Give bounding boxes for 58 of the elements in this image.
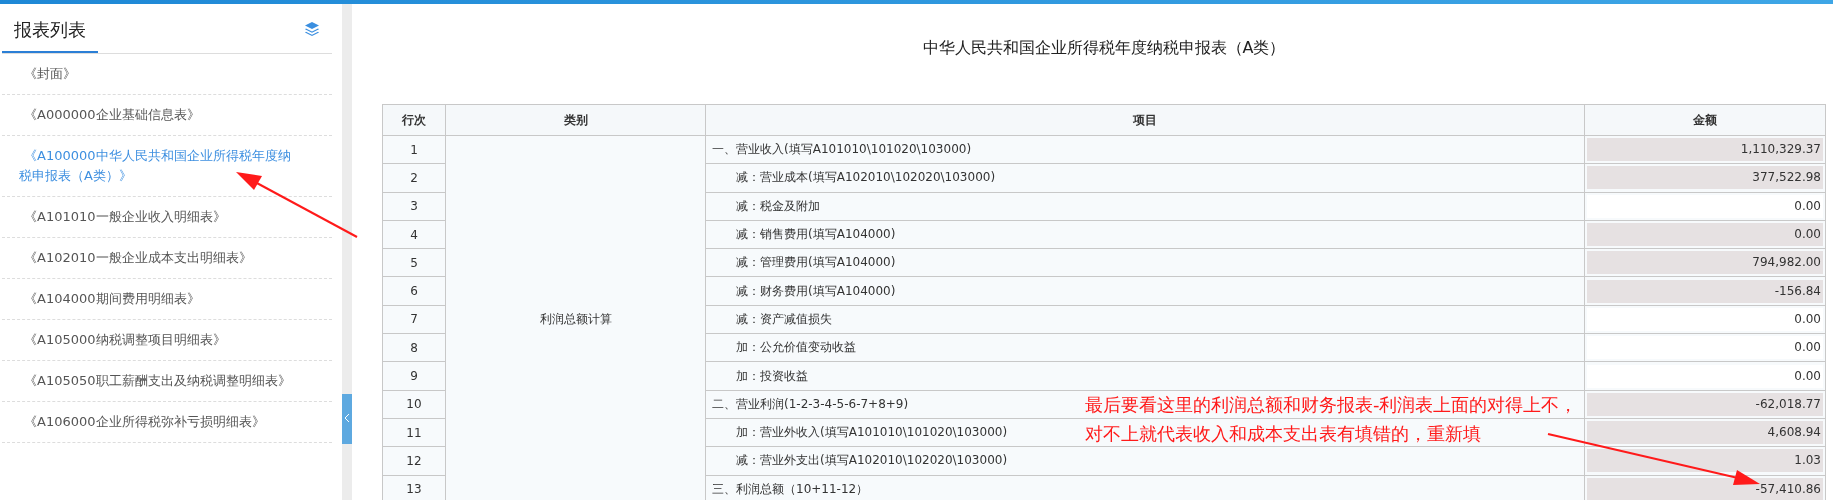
line-number-cell: 2 <box>382 163 446 193</box>
item-cell: 减：财务费用(填写A104000) <box>736 282 896 300</box>
line-number-cell: 9 <box>382 361 446 391</box>
item-cell: 减：管理费用(填写A104000) <box>736 254 896 272</box>
amount-field: -62,018.77 <box>1587 392 1823 416</box>
report-list-item[interactable]: 《A104000期间费用明细表》 <box>2 279 332 320</box>
item-cell: 一、营业收入(填写A101010\101020\103000) <box>712 141 972 159</box>
item-cell: 减：税金及附加 <box>736 197 820 215</box>
layers-icon[interactable] <box>304 20 320 37</box>
annotation-text: 对不上就代表收入和成本支出表有填错的，重新填 <box>1085 422 1482 446</box>
line-number-cell: 1 <box>382 135 446 164</box>
line-number-cell: 5 <box>382 248 446 277</box>
category-cell: 利润总额计算 <box>445 135 706 500</box>
chevron-left-icon <box>344 413 350 423</box>
amount-field: 377,522.98 <box>1587 166 1823 190</box>
report-list-item[interactable]: 《A102010一般企业成本支出明细表》 <box>2 238 332 279</box>
line-number-cell: 11 <box>382 418 446 447</box>
line-number-cell: 3 <box>382 192 446 221</box>
item-cell: 减：资产减值损失 <box>736 310 832 328</box>
amount-field[interactable]: 0.00 <box>1587 194 1823 218</box>
line-number-cell: 8 <box>382 333 446 362</box>
amount-field: -156.84 <box>1587 279 1823 303</box>
item-cell: 加：营业外收入(填写A101010\101020\103000) <box>736 424 1008 442</box>
line-number-cell: 7 <box>382 305 446 334</box>
amount-field: 0.00 <box>1587 223 1823 247</box>
line-number-cell: 10 <box>382 390 446 419</box>
item-cell: 减：营业成本(填写A102010\102020\103000) <box>736 169 996 187</box>
amount-field: 1,110,329.37 <box>1587 138 1823 162</box>
item-cell: 加：投资收益 <box>736 367 808 385</box>
item-cell: 二、营业利润(1-2-3-4-5-6-7+8+9) <box>712 395 909 413</box>
amount-field: -57,410.86 <box>1587 477 1823 500</box>
amount-field[interactable]: 0.00 <box>1587 364 1823 388</box>
line-number-cell: 12 <box>382 446 446 476</box>
sidebar-title: 报表列表 <box>2 4 98 53</box>
amount-field: 794,982.00 <box>1587 251 1823 275</box>
column-header: 类别 <box>445 104 706 136</box>
report-list-item[interactable]: 《A105000纳税调整项目明细表》 <box>2 320 332 361</box>
column-header: 行次 <box>382 104 446 136</box>
item-cell: 减：销售费用(填写A104000) <box>736 226 896 244</box>
report-list-item[interactable]: 《A101010一般企业收入明细表》 <box>2 197 332 238</box>
column-header: 项目 <box>705 104 1585 136</box>
column-header: 金额 <box>1584 104 1826 136</box>
report-list-item[interactable]: 《A105050职工薪酬支出及纳税调整明细表》 <box>2 361 332 402</box>
report-list-item[interactable]: 《A106000企业所得税弥补亏损明细表》 <box>2 402 332 443</box>
amount-field[interactable]: 0.00 <box>1587 336 1823 360</box>
report-list-item[interactable]: 《封面》 <box>2 54 332 95</box>
line-number-cell: 6 <box>382 277 446 306</box>
line-number-cell: 4 <box>382 220 446 249</box>
report-list-item[interactable]: 《A000000企业基础信息表》 <box>2 95 332 136</box>
annotation-text: 最后要看这里的利润总额和财务报表-利润表上面的对得上不， <box>1085 393 1578 417</box>
amount-field[interactable]: 0.00 <box>1587 307 1823 331</box>
report-title: 中华人民共和国企业所得税年度纳税申报表（A类） <box>921 37 1287 59</box>
line-number-cell: 13 <box>382 475 446 500</box>
item-cell: 三、利润总额（10+11-12） <box>712 480 869 498</box>
amount-field: 1.03 <box>1587 449 1823 473</box>
item-cell: 减：营业外支出(填写A102010\102020\103000) <box>736 452 1008 470</box>
item-cell: 加：公允价值变动收益 <box>736 339 856 357</box>
amount-field: 4,608.94 <box>1587 421 1823 445</box>
